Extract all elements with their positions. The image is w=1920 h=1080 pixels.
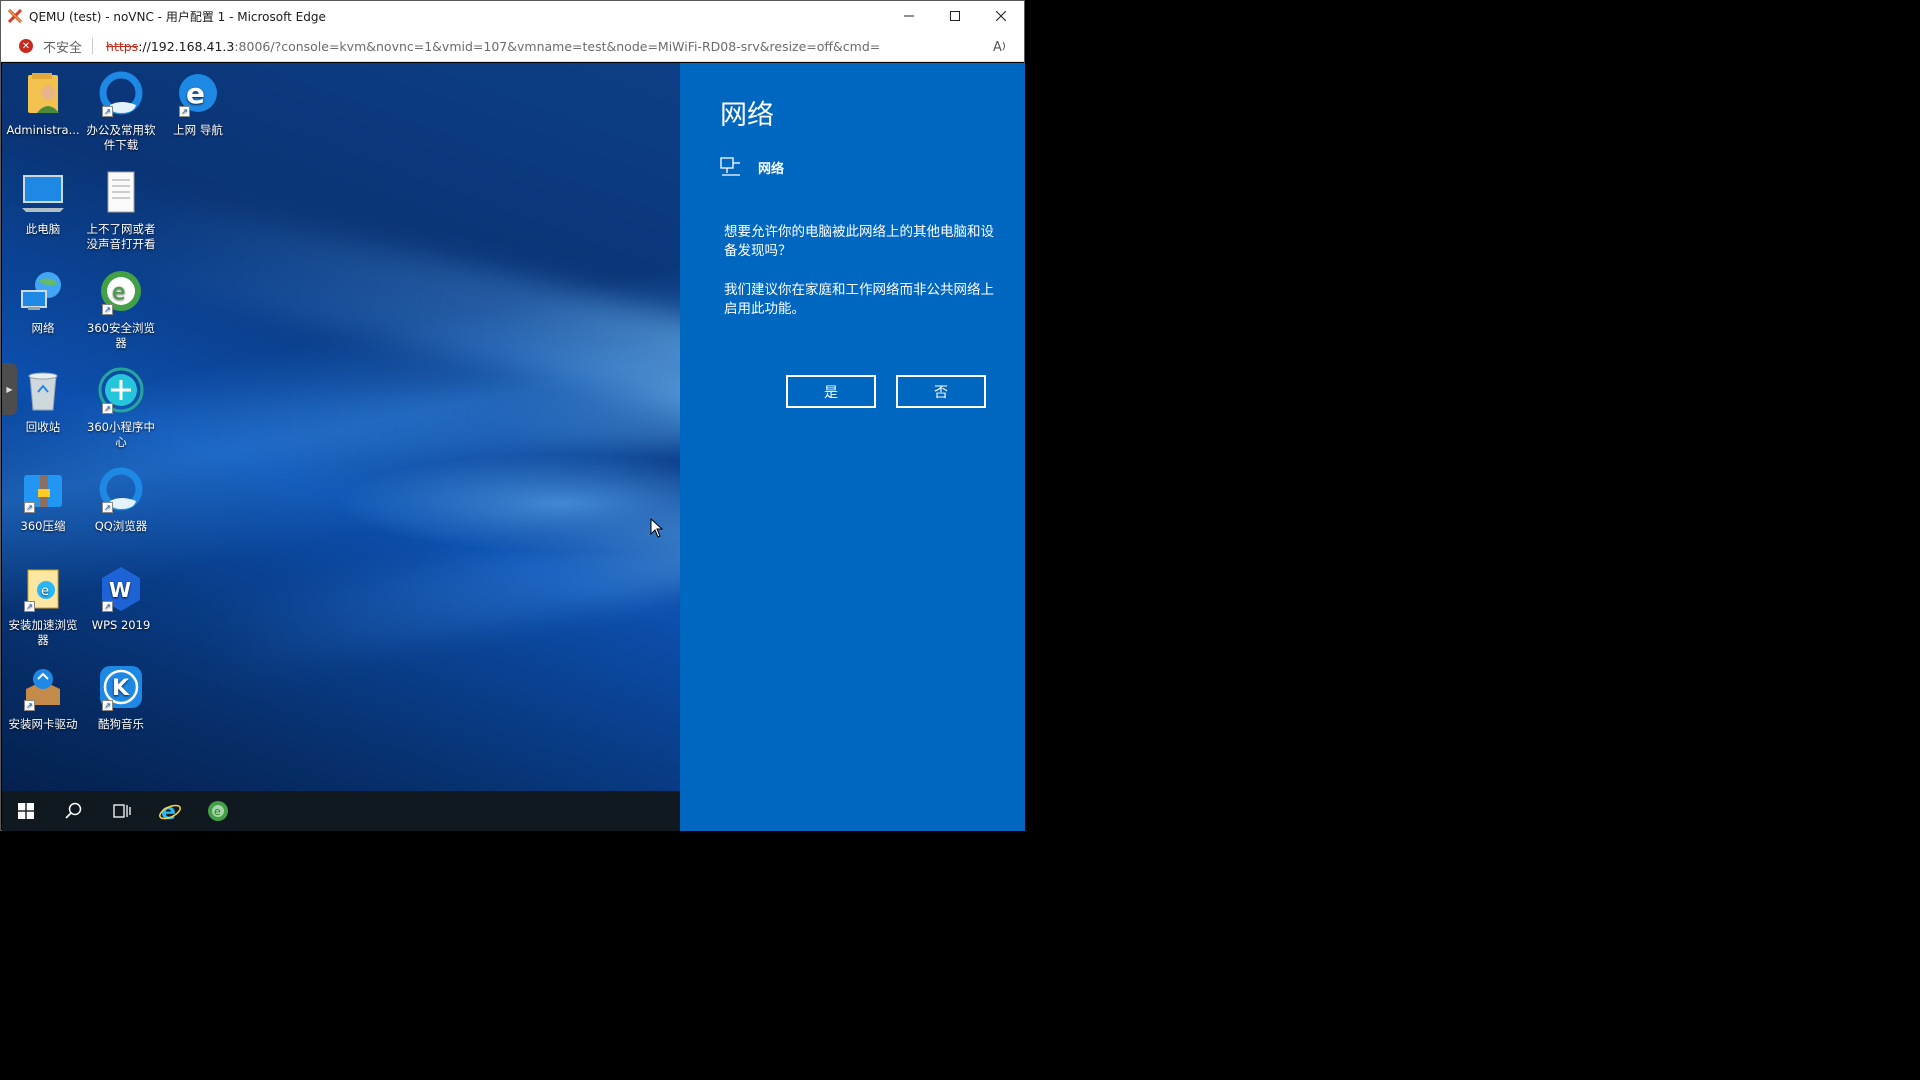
minimize-icon [904,15,914,17]
url-host: ://192.168.41.3 [138,38,235,54]
title-bar: QEMU (test) - noVNC - 用户配置 1 - Microsoft… [1,1,1024,31]
network-discovery-flyout: 网络 网络 想要允许你的电脑被此网络上的其他电脑和设备发现吗？ 我们建议你在家庭… [680,63,1025,831]
driver-installer-icon: ↗ [18,663,68,713]
discovery-recommendation: 我们建议你在家庭和工作网络而非公共网络上启用此功能。 [724,282,994,317]
desktop-icon-network[interactable]: 网络 [4,267,82,336]
read-aloud-icon: A [993,40,1005,54]
windows-desktop[interactable]: Administra... 此电脑 网络 回收站 ↗ 360压缩 e ↗ 安装加… [2,63,804,831]
start-button[interactable] [2,791,50,831]
task-view-icon [113,804,131,818]
svg-text:A: A [993,40,1002,54]
network-name: 网络 [758,161,785,177]
svg-text:e: e [41,584,49,599]
read-aloud-button[interactable]: A [990,38,1010,54]
minimize-button[interactable] [886,1,932,31]
svg-text:e: e [112,280,126,305]
mouse-cursor-icon [650,518,664,538]
user-folder-icon [18,69,68,119]
installer-icon: e ↗ [18,564,68,614]
recycle-bin-icon [18,366,68,416]
desktop-icon-no-internet-readme[interactable]: 上不了网或者没声音打开看 [82,168,160,252]
url-field[interactable]: https://192.168.41.3:8006/?console=kvm&n… [106,39,990,54]
qq-browser-icon: ↗ [96,465,146,515]
ethernet-icon [720,157,742,177]
desktop-icon-install-accelerated-browser[interactable]: e ↗ 安装加速浏览器 [4,564,82,648]
no-button[interactable]: 否 [896,375,986,408]
desktop-icon-office-software-download[interactable]: ↗ 办公及常用软件下载 [82,69,160,153]
360-browser-icon: e ↗ [96,267,146,317]
taskbar-360-browser-button[interactable]: e [194,791,242,831]
task-view-button[interactable] [98,791,146,831]
maximize-icon [950,11,960,21]
security-label: 不安全 [43,40,83,56]
qq-browser-icon: ↗ [96,69,146,119]
novnc-sidebar-handle[interactable]: ▶ [2,363,17,415]
kugou-icon: K ↗ [96,663,146,713]
close-icon [996,11,1006,21]
desktop-icon-360-browser[interactable]: e ↗ 360安全浏览器 [82,267,160,351]
network-connection-item: 网络 [720,157,784,177]
maximize-button[interactable] [932,1,978,31]
window-title: QEMU (test) - noVNC - 用户配置 1 - Microsoft… [29,9,326,24]
novnc-icon [7,8,23,24]
360-zip-icon: ↗ [18,465,68,515]
desktop-icon-360-zip[interactable]: ↗ 360压缩 [4,465,82,534]
wps-icon: W ↗ [96,564,146,614]
start-icon [18,803,34,819]
svg-text:K: K [112,676,130,701]
desktop-icon-this-pc[interactable]: 此电脑 [4,168,82,237]
taskbar-ie-button[interactable]: e [146,791,194,831]
desktop-icon-qq-browser[interactable]: ↗ QQ浏览器 [82,465,160,534]
security-indicator[interactable]: ✕ 不安全 [19,38,94,56]
desktop-icon-wps[interactable]: W ↗ WPS 2019 [82,564,160,633]
yes-button[interactable]: 是 [786,375,876,408]
360-mini-icon: ↗ [96,366,146,416]
svg-text:W: W [109,578,131,602]
address-bar[interactable]: ✕ 不安全 https://192.168.41.3:8006/?console… [1,31,1024,62]
text-file-icon [96,168,146,218]
svg-text:e: e [214,805,221,818]
this-pc-icon [18,168,68,218]
discovery-question: 想要允许你的电脑被此网络上的其他电脑和设备发现吗？ [724,224,994,259]
network-icon [18,267,68,317]
360-browser-icon: e [208,801,228,821]
url-path: :8006/?console=kvm&novnc=1&vmid=107&vmna… [234,38,881,54]
taskbar-search-button[interactable] [50,791,98,831]
desktop-icon-install-nic-driver[interactable]: ↗ 安装网卡驱动 [4,663,82,732]
svg-text:e: e [161,800,176,823]
browser-window: QEMU (test) - noVNC - 用户配置 1 - Microsoft… [0,0,1025,831]
ie-icon: e [159,800,181,823]
not-secure-icon: ✕ [19,39,33,53]
url-scheme: https [106,38,139,54]
desktop-icon-administrator[interactable]: Administra... [4,69,82,138]
taskbar: e e [2,791,680,831]
desktop-icon-web-navigation[interactable]: e ↗ 上网 导航 [159,69,237,138]
vnc-viewport[interactable]: Administra... 此电脑 网络 回收站 ↗ 360压缩 e ↗ 安装加… [2,63,1025,831]
ie-icon: e ↗ [173,69,223,119]
close-window-button[interactable] [978,1,1024,31]
desktop-icon-360-mini-program-center[interactable]: ↗ 360小程序中心 [82,366,160,450]
flyout-title: 网络 [720,100,774,131]
desktop-icon-kugou-music[interactable]: K ↗ 酷狗音乐 [82,663,160,732]
search-icon [65,802,82,819]
